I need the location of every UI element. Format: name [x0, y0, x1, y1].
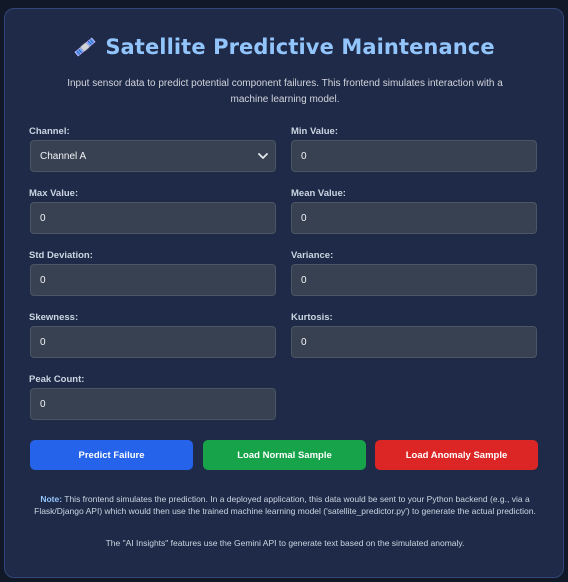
- title-row: Satellite Predictive Maintenance: [5, 35, 563, 59]
- kurtosis-label: Kurtosis:: [291, 312, 333, 323]
- peak-count-label: Peak Count:: [29, 374, 85, 385]
- peak-count-input[interactable]: 0: [30, 388, 276, 420]
- note-text: This frontend simulates the prediction. …: [34, 494, 536, 516]
- skewness-text: 0: [40, 336, 46, 348]
- kurtosis-input[interactable]: 0: [291, 326, 537, 358]
- min-value-input[interactable]: 0: [291, 140, 537, 172]
- min-value-label: Min Value:: [291, 126, 338, 137]
- std-deviation-input[interactable]: 0: [30, 264, 276, 296]
- std-deviation-text: 0: [40, 274, 46, 286]
- channel-select-value: Channel A: [40, 150, 87, 162]
- mean-value-label: Mean Value:: [291, 188, 346, 199]
- max-value-text: 0: [40, 212, 46, 224]
- std-deviation-label: Std Deviation:: [29, 250, 93, 261]
- load-anomaly-sample-button[interactable]: Load Anomaly Sample: [375, 440, 538, 470]
- skewness-label: Skewness:: [29, 312, 79, 323]
- mean-value-input[interactable]: 0: [291, 202, 537, 234]
- skewness-input[interactable]: 0: [30, 326, 276, 358]
- page-title: Satellite Predictive Maintenance: [105, 35, 495, 59]
- intro-text: Input sensor data to predict potential c…: [67, 78, 503, 105]
- peak-count-text: 0: [40, 398, 46, 410]
- satellite-icon: [73, 35, 97, 59]
- kurtosis-text: 0: [301, 336, 307, 348]
- main-card: Satellite Predictive Maintenance Input s…: [4, 8, 564, 578]
- channel-label: Channel:: [29, 126, 70, 137]
- ai-insights-note: The "AI Insights" features use the Gemin…: [105, 538, 465, 548]
- channel-select[interactable]: Channel A: [30, 140, 276, 172]
- variance-input[interactable]: 0: [291, 264, 537, 296]
- chevron-down-icon: [257, 150, 269, 162]
- note-label: Note:: [40, 494, 63, 504]
- variance-label: Variance:: [291, 250, 334, 261]
- max-value-label: Max Value:: [29, 188, 79, 199]
- variance-text: 0: [301, 274, 307, 286]
- min-value-text: 0: [301, 150, 307, 162]
- max-value-input[interactable]: 0: [30, 202, 276, 234]
- load-normal-sample-button[interactable]: Load Normal Sample: [203, 440, 366, 470]
- predict-failure-button[interactable]: Predict Failure: [30, 440, 193, 470]
- mean-value-text: 0: [301, 212, 307, 224]
- note-paragraph: Note: This frontend simulates the predic…: [27, 493, 543, 517]
